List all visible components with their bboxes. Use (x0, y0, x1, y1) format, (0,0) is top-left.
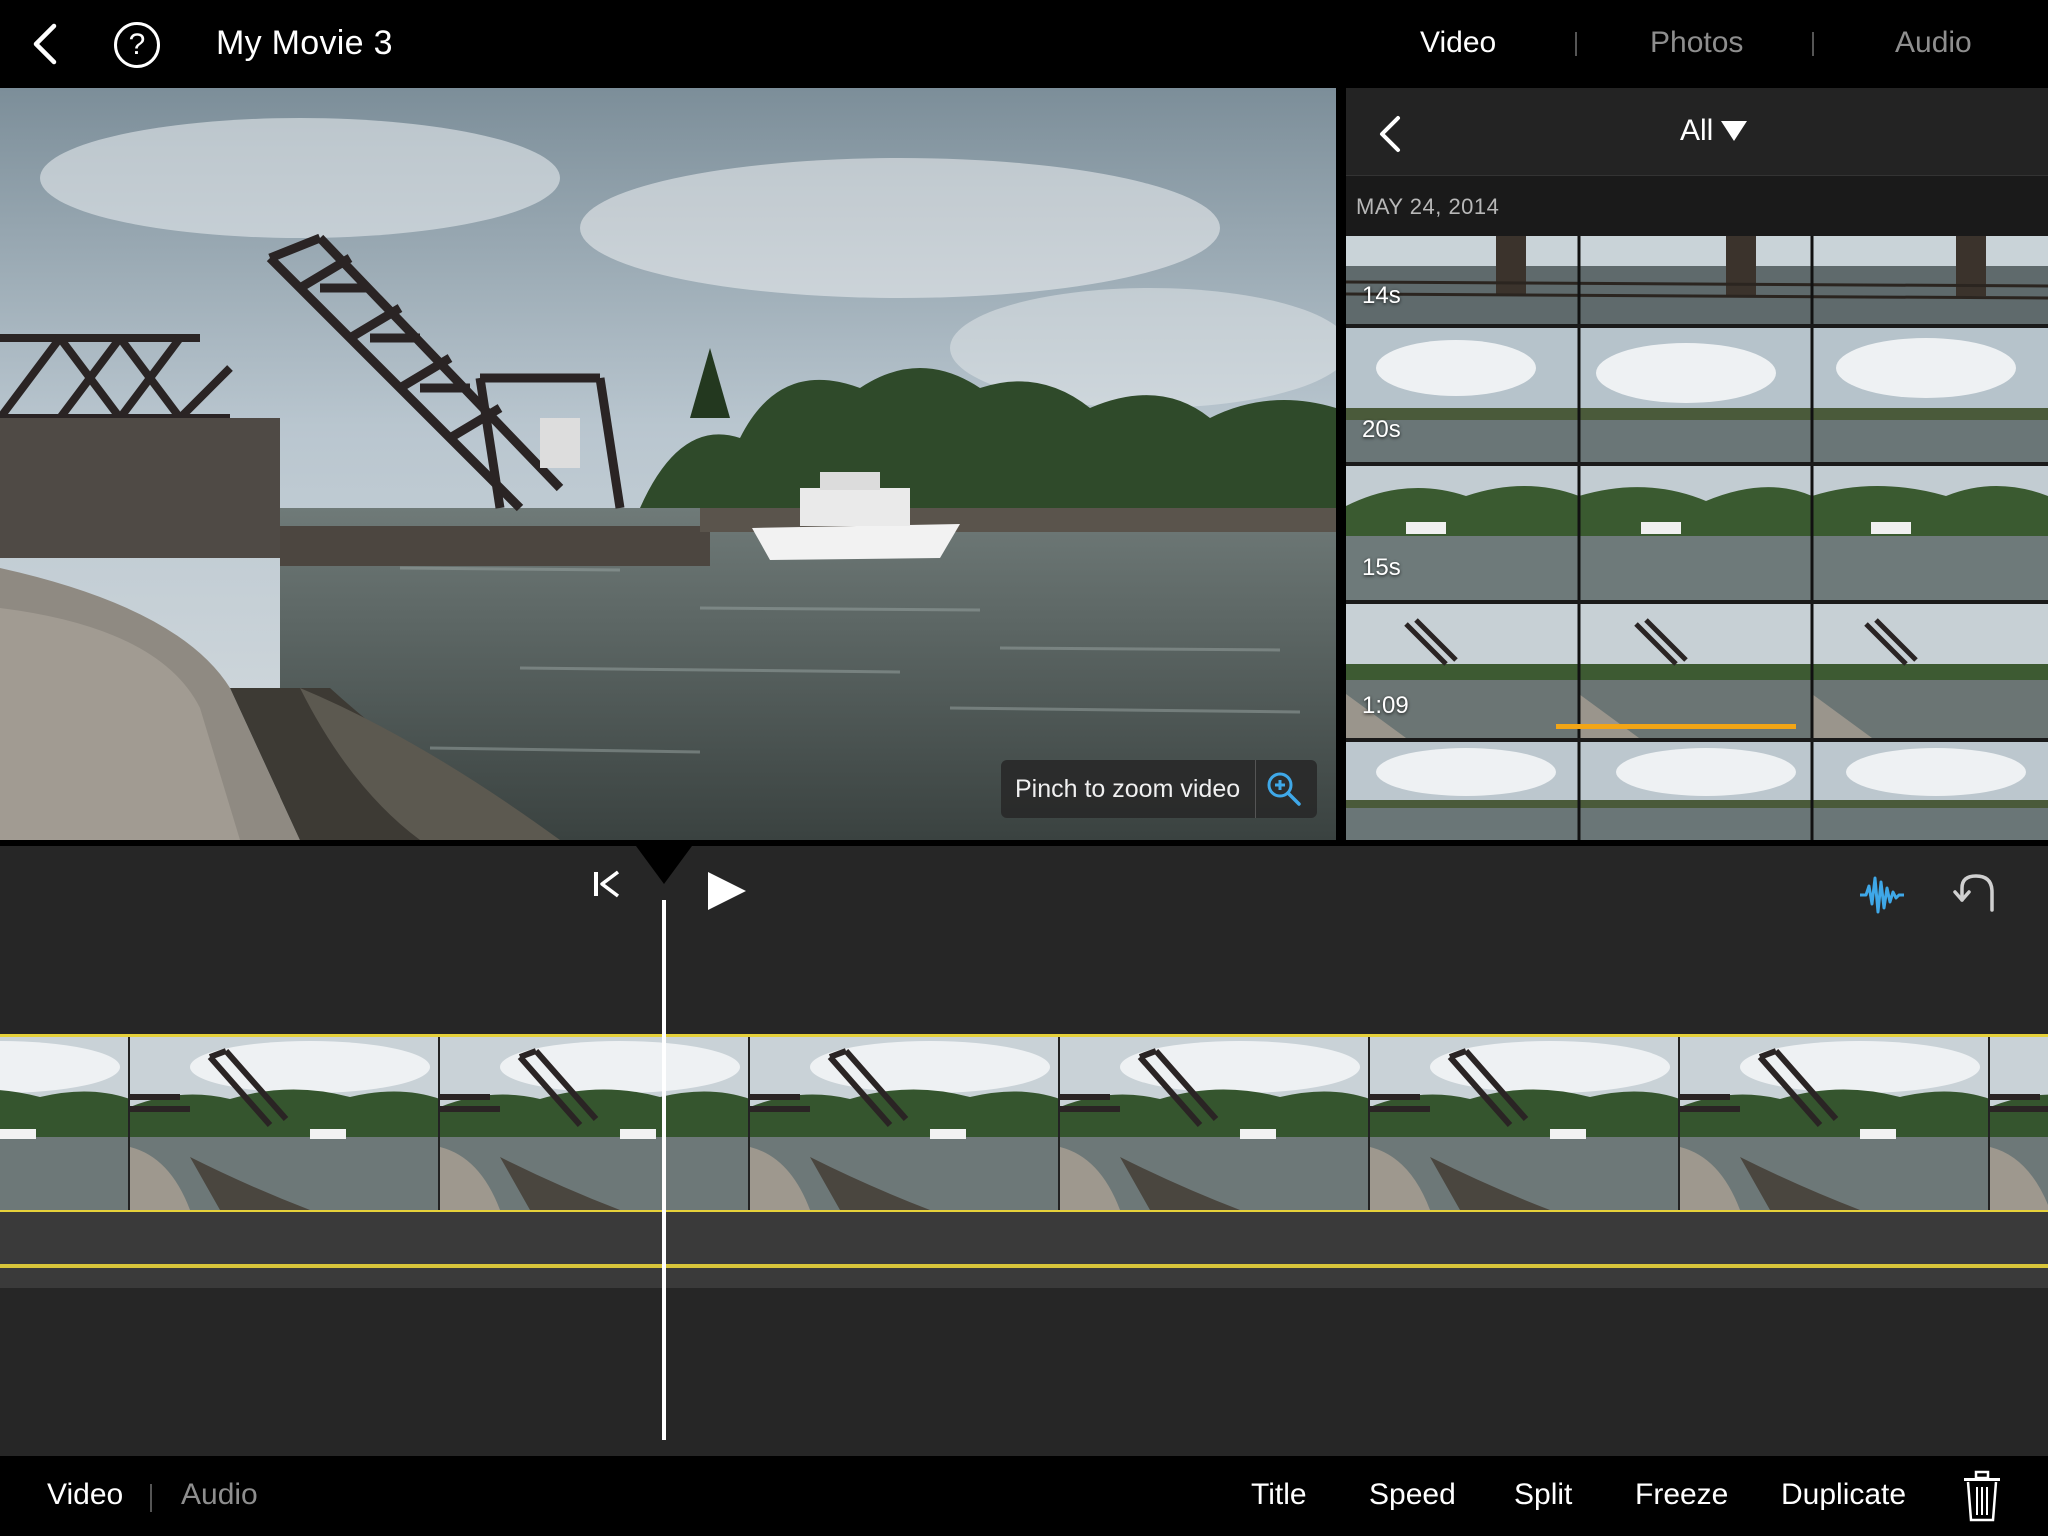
tab-divider (1575, 32, 1577, 56)
split-button[interactable]: Split (1514, 1478, 1572, 1512)
clip-thumbnail (1346, 604, 2048, 738)
undo-button[interactable] (1952, 870, 2002, 921)
clip-duration: 14s (1362, 282, 1401, 309)
clip-duration: 15s (1362, 554, 1401, 581)
filter-label: All (1680, 114, 1714, 147)
title-button[interactable]: Title (1251, 1478, 1307, 1512)
bottom-toolbar: Video Audio Title Speed Split Freeze Dup… (0, 1456, 2048, 1536)
zoom-in-icon[interactable] (1255, 760, 1311, 818)
mode-divider (150, 1484, 152, 1512)
tab-photos[interactable]: Photos (1650, 26, 1743, 60)
trash-icon (1964, 1470, 2000, 1522)
clip-selection-bar (1556, 724, 1796, 729)
video-frame (1680, 1037, 1990, 1210)
video-frame (440, 1037, 750, 1210)
undo-icon (1953, 874, 1994, 912)
clip-duration: 1:09 (1362, 692, 1409, 719)
zoom-hint-tooltip[interactable]: Pinch to zoom video (1001, 760, 1317, 818)
skip-to-start-button[interactable] (592, 868, 622, 905)
preview-frame (0, 88, 1336, 840)
clip-row[interactable] (1346, 742, 2048, 840)
date-section-label: MAY 24, 2014 (1356, 194, 1500, 219)
clip-row[interactable]: 20s (1346, 328, 2048, 462)
play-button[interactable] (704, 868, 748, 919)
mode-audio[interactable]: Audio (181, 1478, 258, 1512)
mode-video[interactable]: Video (47, 1478, 123, 1512)
waveform-icon (1860, 876, 1904, 914)
help-button[interactable]: ? (114, 22, 160, 68)
audio-volume-line (0, 1264, 2048, 1268)
tab-video[interactable]: Video (1420, 26, 1496, 60)
tab-divider (1812, 32, 1814, 56)
top-bar: ? My Movie 3 Video Photos Audio (0, 0, 2048, 88)
back-button[interactable] (26, 22, 66, 66)
video-frame (750, 1037, 1060, 1210)
chevron-down-icon (1721, 121, 1748, 141)
audio-track[interactable] (0, 1212, 2048, 1288)
skip-to-start-icon (594, 870, 620, 898)
freeze-button[interactable]: Freeze (1635, 1478, 1728, 1512)
duplicate-button[interactable]: Duplicate (1781, 1478, 1906, 1512)
project-title: My Movie 3 (216, 24, 393, 62)
browser-back-button[interactable] (1374, 112, 1408, 156)
video-track[interactable] (0, 1034, 2048, 1212)
clip-thumbnail (1346, 466, 2048, 600)
clip-row[interactable]: 15s (1346, 466, 2048, 600)
help-icon: ? (128, 28, 146, 61)
playhead-notch (636, 846, 692, 884)
video-frame (1990, 1037, 2048, 1210)
playhead[interactable] (662, 900, 666, 1440)
video-preview[interactable]: Pinch to zoom video (0, 88, 1336, 840)
clip-thumbnail (1346, 742, 2048, 840)
video-frame (1060, 1037, 1370, 1210)
audio-waveform-button[interactable] (1858, 872, 1906, 923)
delete-button[interactable] (1962, 1470, 2002, 1527)
clip-thumbnail (1346, 328, 2048, 462)
speed-button[interactable]: Speed (1369, 1478, 1456, 1512)
zoom-hint-label: Pinch to zoom video (1015, 774, 1241, 803)
back-chevron-icon (33, 23, 57, 65)
clip-row[interactable]: 14s (1346, 236, 2048, 324)
filter-dropdown[interactable]: All (1680, 114, 1748, 148)
back-chevron-icon (1380, 116, 1400, 152)
video-frame (1370, 1037, 1680, 1210)
clip-duration: 20s (1362, 416, 1401, 443)
clip-row-selected[interactable]: 1:09 (1346, 604, 2048, 738)
timeline[interactable] (0, 846, 2048, 1456)
clip-thumbnail (1346, 236, 2048, 324)
browser-header: All (1346, 88, 2048, 176)
video-frame (0, 1037, 130, 1210)
media-browser: All MAY 24, 2014 14s 20s 15s 1:09 (1346, 88, 2048, 840)
tab-audio[interactable]: Audio (1895, 26, 1972, 60)
play-icon (708, 872, 746, 910)
video-track-thumbnails (0, 1037, 2048, 1210)
video-frame (130, 1037, 440, 1210)
